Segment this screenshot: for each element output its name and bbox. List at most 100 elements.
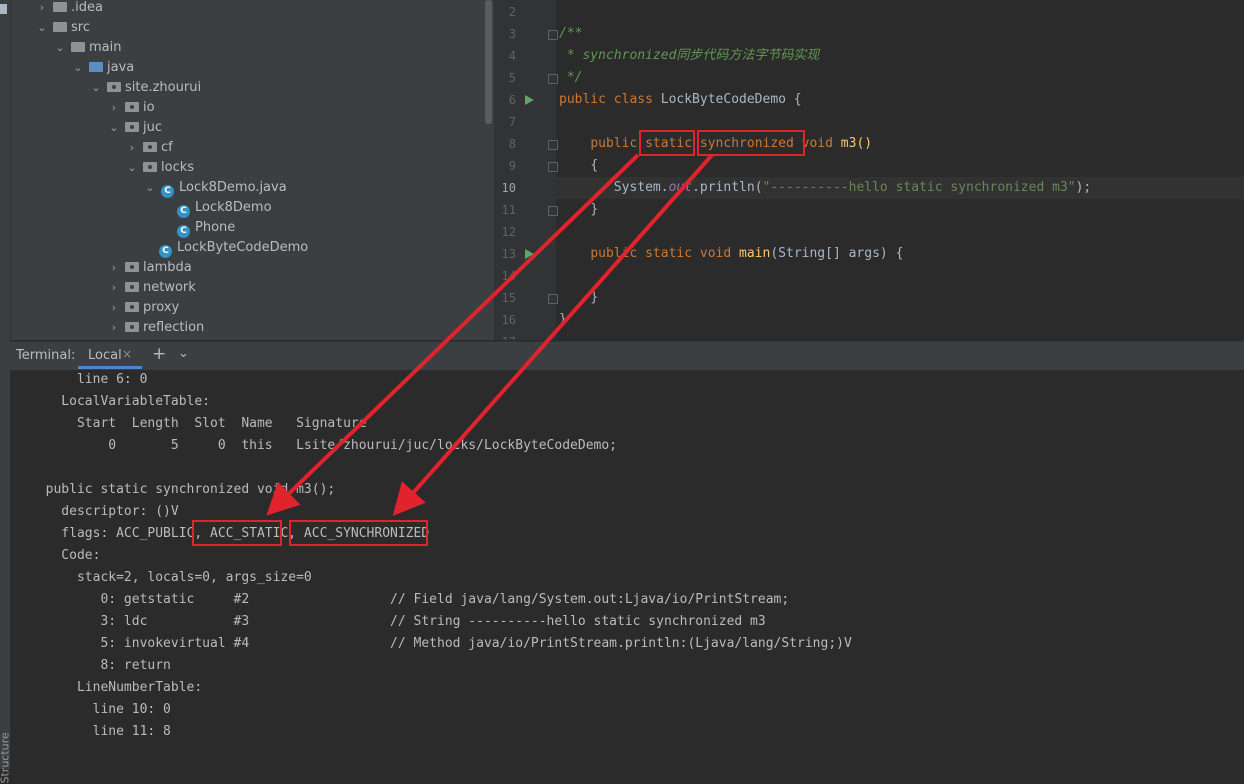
chevron-right-icon[interactable]: › xyxy=(109,98,119,118)
tree-item--idea[interactable]: › .idea xyxy=(37,0,103,18)
terminal-line: 0 5 0 this Lsite/zhourui/juc/locks/LockB… xyxy=(30,438,617,453)
tree-item-lock8demo-java[interactable]: ⌄ C Lock8Demo.java xyxy=(145,178,287,198)
tree-item-label: Lock8Demo xyxy=(195,200,272,215)
code-line-9: { xyxy=(590,158,599,173)
chevron-down-icon[interactable]: ⌄ xyxy=(178,346,189,361)
run-icon[interactable] xyxy=(525,95,534,105)
line-number: 12 xyxy=(501,225,516,239)
tree-item-label: locks xyxy=(161,160,195,175)
tree-item-label: src xyxy=(71,20,90,35)
fold-icon[interactable] xyxy=(548,206,558,216)
line-number: 14 xyxy=(501,269,516,283)
code-line-16: } xyxy=(559,312,567,327)
fold-icon[interactable] xyxy=(548,140,558,150)
line-number: 8 xyxy=(508,137,516,151)
chevron-down-icon[interactable]: ⌄ xyxy=(91,78,101,98)
line-number: 4 xyxy=(508,49,516,63)
java-class-icon: C xyxy=(177,225,190,238)
tree-item-proxy[interactable]: › proxy xyxy=(109,298,179,318)
tree-item-juc[interactable]: ⌄ juc xyxy=(109,118,162,138)
terminal-line: LineNumberTable: xyxy=(30,680,203,695)
tree-item-io[interactable]: › io xyxy=(109,98,155,118)
chevron-down-icon[interactable]: ⌄ xyxy=(109,118,119,138)
tree-item-reflection[interactable]: › reflection xyxy=(109,318,205,338)
line-number: 5 xyxy=(508,71,516,85)
terminal-line: stack=2, locals=0, args_size=0 xyxy=(30,570,312,585)
tree-item-label: site.zhourui xyxy=(125,80,202,95)
package-icon xyxy=(125,322,139,332)
terminal-line: 8: return xyxy=(30,658,171,673)
terminal-line: 5: invokevirtual #4 // Method java/io/Pr… xyxy=(30,636,852,651)
line-number: 16 xyxy=(501,313,516,327)
annotation-box-static xyxy=(639,130,695,156)
tab-local[interactable]: Local xyxy=(88,348,122,363)
tree-item-src[interactable]: ⌄ src xyxy=(37,18,90,38)
chevron-down-icon[interactable]: ⌄ xyxy=(37,18,47,38)
tree-item-label: Lock8Demo.java xyxy=(179,180,287,195)
fold-icon[interactable] xyxy=(548,294,558,304)
project-tree: › .idea ⌄ src ⌄ main ⌄ java ⌄ site.zhourui › io ⌄ juc… xyxy=(11,0,483,340)
chevron-right-icon[interactable]: › xyxy=(109,258,119,278)
project-tree-scrollbar[interactable] xyxy=(483,0,494,340)
tree-item-phone[interactable]: C Phone xyxy=(177,218,235,238)
line-number: 11 xyxy=(501,203,516,217)
terminal-line: public static synchronized void m3(); xyxy=(30,482,336,497)
line-number: 6 xyxy=(508,93,516,107)
terminal-line: Code: xyxy=(30,548,101,563)
folder-icon xyxy=(53,2,67,12)
chevron-down-icon[interactable]: ⌄ xyxy=(127,158,137,178)
code-line-3: /** xyxy=(559,26,583,41)
tree-item-site-zhourui[interactable]: ⌄ site.zhourui xyxy=(91,78,201,98)
code-line-15: } xyxy=(590,290,599,305)
tree-item-main[interactable]: ⌄ main xyxy=(55,38,121,58)
terminal-label: Terminal: xyxy=(16,348,76,363)
fold-icon[interactable] xyxy=(548,162,558,172)
terminal-output[interactable]: line 6: 0 LocalVariableTable: Start Leng… xyxy=(10,370,1244,769)
chevron-down-icon[interactable]: ⌄ xyxy=(73,58,83,78)
line-number: 3 xyxy=(508,27,516,41)
package-icon xyxy=(125,122,139,132)
tree-item-network[interactable]: › network xyxy=(109,278,196,298)
chevron-down-icon[interactable]: ⌄ xyxy=(145,178,155,198)
tree-item-label: LockByteCodeDemo xyxy=(177,240,309,255)
package-icon xyxy=(125,302,139,312)
package-icon xyxy=(125,262,139,272)
annotation-box-acc-synchronized xyxy=(289,520,428,546)
tree-item-cf[interactable]: › cf xyxy=(127,138,173,158)
chevron-down-icon[interactable]: ⌄ xyxy=(55,38,65,58)
code-line-11: } xyxy=(590,202,599,217)
add-terminal-button[interactable]: + xyxy=(152,344,166,364)
code-editor[interactable]: 2 3 4 5 6 7 8 9 10 11 12 13 14 15 16 17 /** * synchroni… xyxy=(494,0,1244,340)
tree-item-locks[interactable]: ⌄ locks xyxy=(127,158,194,178)
tree-item-label: juc xyxy=(143,120,162,135)
tool-window-icon[interactable] xyxy=(0,4,7,14)
chevron-right-icon[interactable]: › xyxy=(109,318,119,338)
chevron-right-icon[interactable]: › xyxy=(37,0,47,18)
folder-icon xyxy=(89,62,103,72)
terminal-line: line 10: 0 xyxy=(30,702,171,717)
tree-item-lambda[interactable]: › lambda xyxy=(109,258,192,278)
code-line-4: * synchronized同步代码方法字节码实现 xyxy=(559,48,820,63)
tree-item-lockbytecodedemo[interactable]: C LockByteCodeDemo xyxy=(159,238,308,258)
terminal-line: line 11: 8 xyxy=(30,724,171,739)
annotation-box-synchronized xyxy=(697,130,805,156)
close-icon[interactable]: × xyxy=(122,347,132,361)
java-class-icon: C xyxy=(161,185,174,198)
fold-icon[interactable] xyxy=(548,74,558,84)
line-number: 15 xyxy=(501,291,516,305)
code-line-10: System.out.println("----------hello stat… xyxy=(613,180,1092,195)
tree-item-lock8demo[interactable]: C Lock8Demo xyxy=(177,198,272,218)
terminal-line: Start Length Slot Name Signature xyxy=(30,416,367,431)
tree-item-label: io xyxy=(143,100,155,115)
fold-icon[interactable] xyxy=(548,30,558,40)
chevron-right-icon[interactable]: › xyxy=(109,298,119,318)
tree-item-java[interactable]: ⌄ java xyxy=(73,58,134,78)
line-number: 10 xyxy=(501,181,516,195)
annotation-box-acc-static xyxy=(192,520,282,546)
chevron-right-icon[interactable]: › xyxy=(127,138,137,158)
tree-item-label: reflection xyxy=(143,320,205,335)
scrollbar-thumb[interactable] xyxy=(485,0,492,124)
package-icon xyxy=(143,142,157,152)
run-icon[interactable] xyxy=(525,249,534,259)
chevron-right-icon[interactable]: › xyxy=(109,278,119,298)
